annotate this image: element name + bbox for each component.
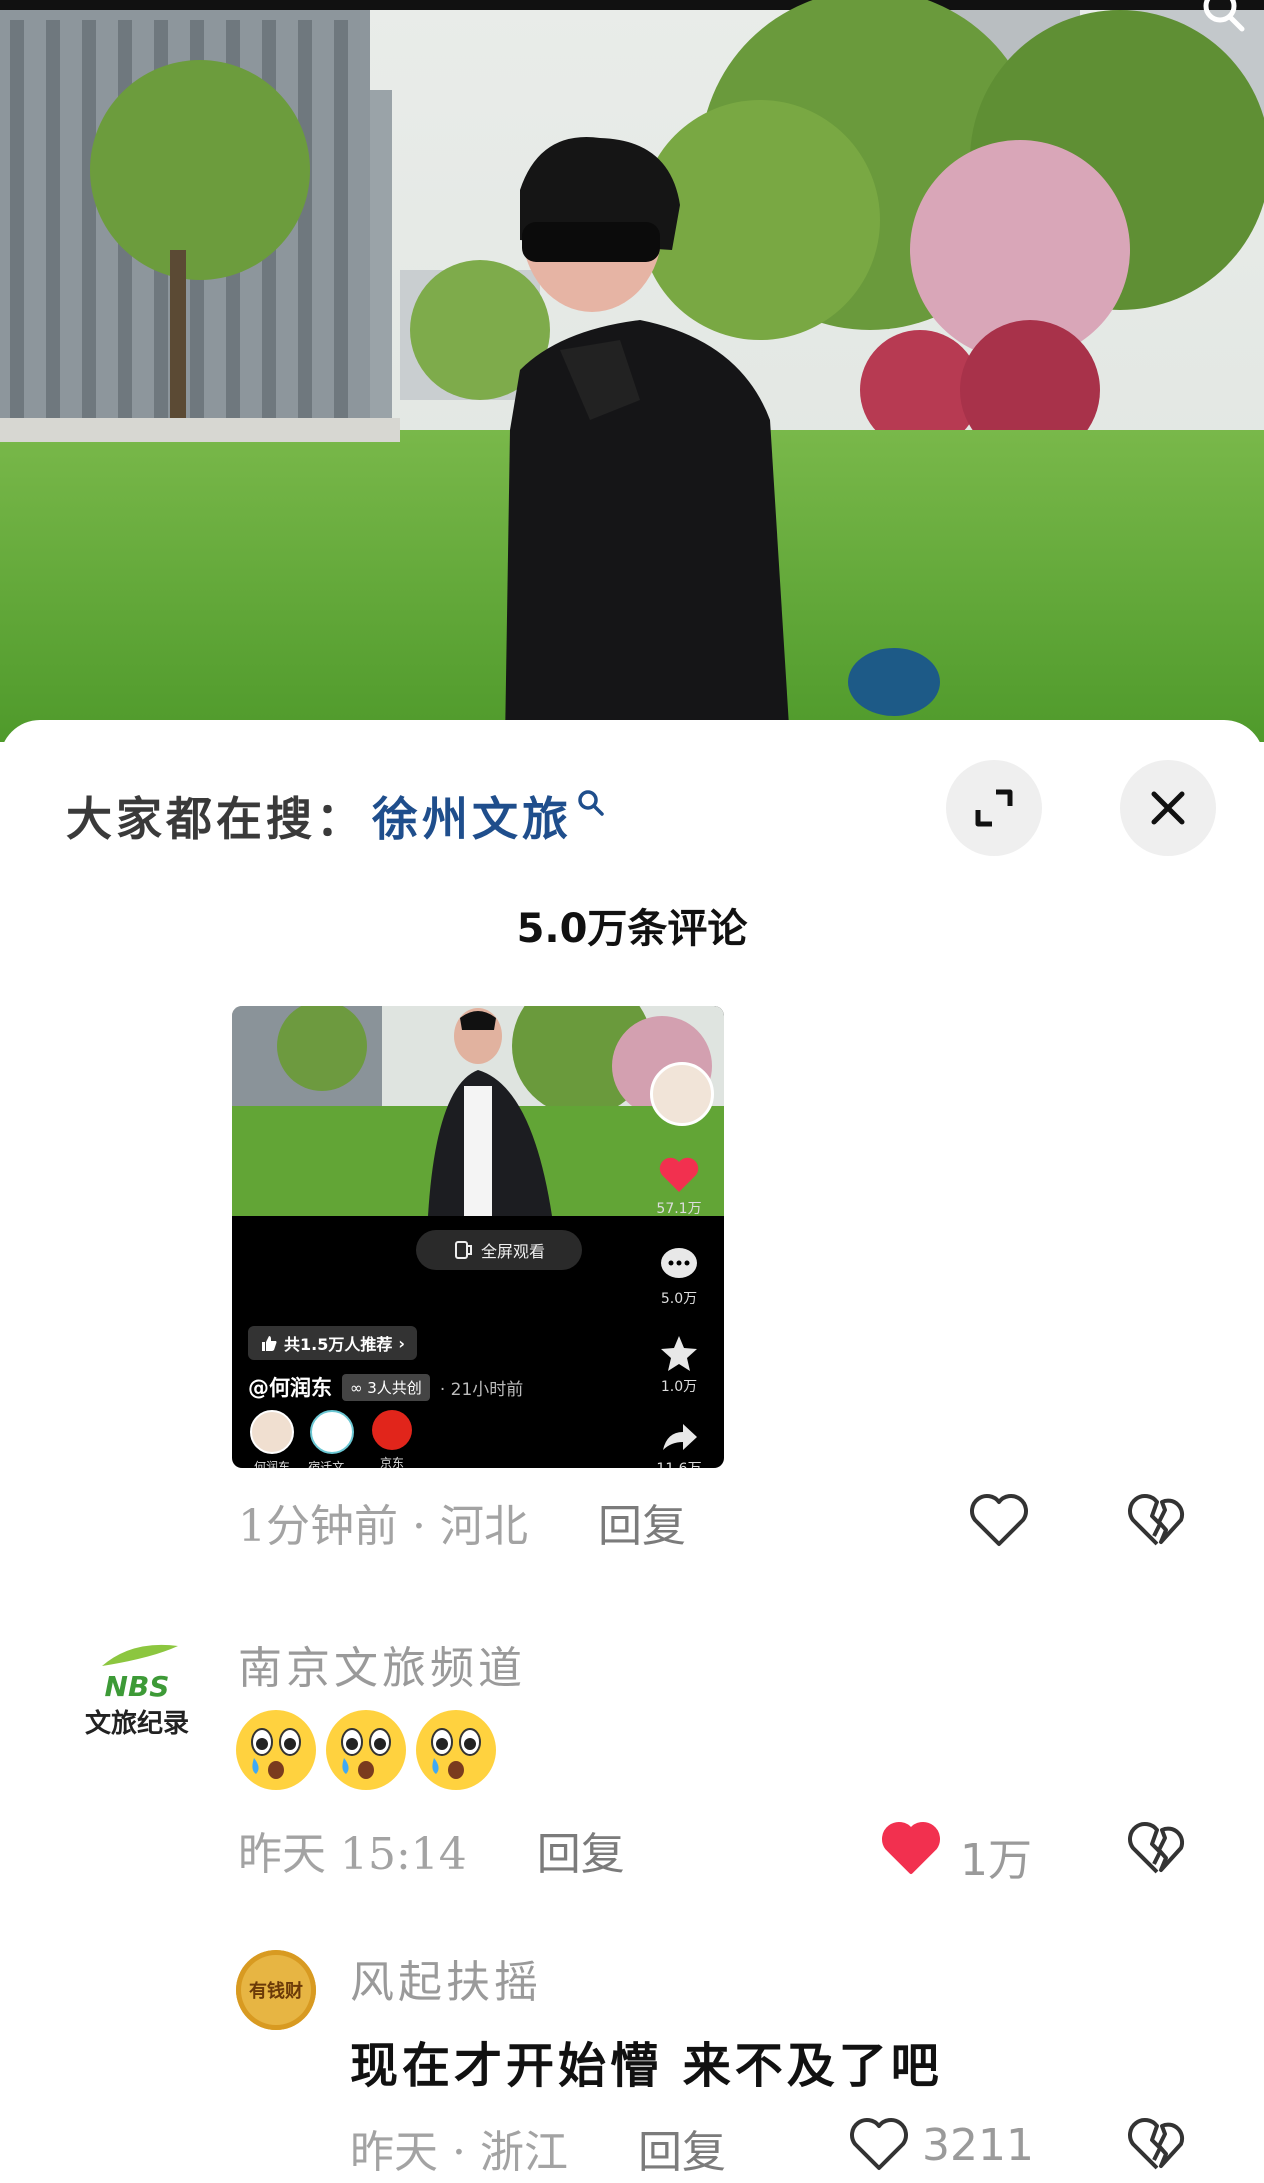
creator-item[interactable]: 何润东 (242, 1410, 302, 1468)
close-button[interactable] (1120, 760, 1216, 856)
recommend-label: 共1.5万人推荐 (284, 1335, 393, 1354)
card-share: 11.6万 (644, 1420, 714, 1468)
crying-face-emoji (326, 1710, 406, 1790)
creator-item[interactable]: 宿迁文... (302, 1410, 362, 1468)
comment-meta: 1分钟前 · 河北 回复 (238, 1490, 686, 1554)
comment-username[interactable]: 风起扶摇 (350, 1946, 542, 2010)
crying-face-emoji (236, 1710, 316, 1790)
like-count: 3211 (922, 2120, 1034, 2171)
broken-heart-icon[interactable] (1126, 1492, 1188, 1548)
fullscreen-icon (454, 1241, 472, 1259)
like-count: 1万 (960, 1835, 1032, 1886)
heart-icon[interactable] (880, 1820, 942, 1876)
avatar[interactable]: 有钱财 (236, 1950, 316, 2030)
video-preview[interactable] (0, 0, 1264, 742)
reply-button[interactable]: 回复 (638, 2116, 726, 2180)
chevron-right-icon: › (398, 1333, 405, 1353)
nbs-logo-mark: NBS (104, 1670, 170, 1703)
expand-button[interactable] (946, 760, 1042, 856)
creator-avatar (310, 1410, 354, 1454)
reply-button[interactable]: 回复 (598, 1490, 686, 1554)
creator-avatar[interactable] (650, 1062, 714, 1126)
comment-username[interactable]: 南京文旅频道 (238, 1632, 526, 1696)
comment-time-location: 1分钟前 · 河北 (238, 1501, 528, 1552)
card-author-line: @何润东 ∞ 3人共创 · 21小时前 (248, 1372, 523, 1402)
search-icon (578, 790, 604, 816)
creator-avatar (250, 1410, 294, 1454)
card-comment: 5.0万 (644, 1246, 714, 1308)
card-like: 57.1万 (644, 1156, 714, 1218)
expand-icon (975, 789, 1013, 827)
fullscreen-label: 全屏观看 (480, 1242, 545, 1261)
comment-time: 昨天 15:14 (238, 1829, 467, 1880)
card-favorite-count: 1.0万 (660, 1379, 698, 1395)
fullscreen-button[interactable]: 全屏观看 (416, 1230, 582, 1270)
comment-emoji-content (234, 1708, 498, 1792)
co-create-badge: ∞ 3人共创 (342, 1373, 430, 1401)
broken-heart-icon[interactable] (1126, 1820, 1188, 1876)
crying-face-emoji (416, 1710, 496, 1790)
leaf-icon (102, 1644, 178, 1666)
share-icon (663, 1424, 697, 1450)
comment-sheet: 大家都在搜： 徐州文旅 5.0万条评论 57.1万 全屏观看 5.0万 1.0万… (0, 720, 1264, 2183)
card-share-count: 11.6万 (644, 1458, 714, 1468)
card-time: · 21小时前 (439, 1379, 524, 1400)
comment-meta: 昨天 · 浙江 回复 (350, 2116, 726, 2180)
nbs-logo-text: 文旅纪录 (84, 1709, 189, 1739)
search-prefix: 大家都在搜： (66, 792, 366, 846)
close-icon (1151, 791, 1185, 825)
comment-count-title: 5.0万条评论 (516, 906, 748, 952)
search-icon[interactable] (1200, 0, 1246, 36)
recommend-badge[interactable]: 共1.5万人推荐 › (248, 1326, 417, 1360)
comment-bubble-icon (661, 1248, 697, 1278)
heart-icon[interactable] (968, 1492, 1030, 1548)
creator-item[interactable]: 京东 (362, 1410, 422, 1468)
card-author[interactable]: @何润东 (248, 1372, 332, 1402)
comment-image-attachment[interactable]: 57.1万 全屏观看 5.0万 1.0万 11.6万 (232, 1006, 724, 1468)
card-favorite: 1.0万 (644, 1334, 714, 1396)
search-term-link[interactable]: 徐州文旅 (372, 783, 572, 849)
thumbs-up-icon (262, 1336, 277, 1351)
star-icon (661, 1336, 697, 1371)
comment-text: 现在才开始懵 来不及了吧 (350, 2038, 943, 2094)
search-suggestion[interactable]: 大家都在搜： 徐州文旅 (66, 776, 606, 856)
avatar-text: 有钱财 (249, 1981, 303, 2002)
heart-icon (659, 1157, 699, 1192)
card-like-count: 57.1万 (656, 1201, 702, 1217)
broken-heart-icon[interactable] (1126, 2116, 1188, 2172)
creator-avatar (372, 1410, 412, 1450)
heart-icon[interactable] (848, 2116, 910, 2172)
reply-button[interactable]: 回复 (537, 1818, 625, 1882)
comment-meta: 昨天 15:14 回复 (238, 1818, 625, 1882)
comment-time-location: 昨天 · 浙江 (350, 2127, 568, 2178)
card-comment-count: 5.0万 (660, 1291, 698, 1307)
avatar[interactable]: NBS 文旅纪录 (74, 1640, 200, 1756)
video-background-photo (0, 0, 1264, 742)
